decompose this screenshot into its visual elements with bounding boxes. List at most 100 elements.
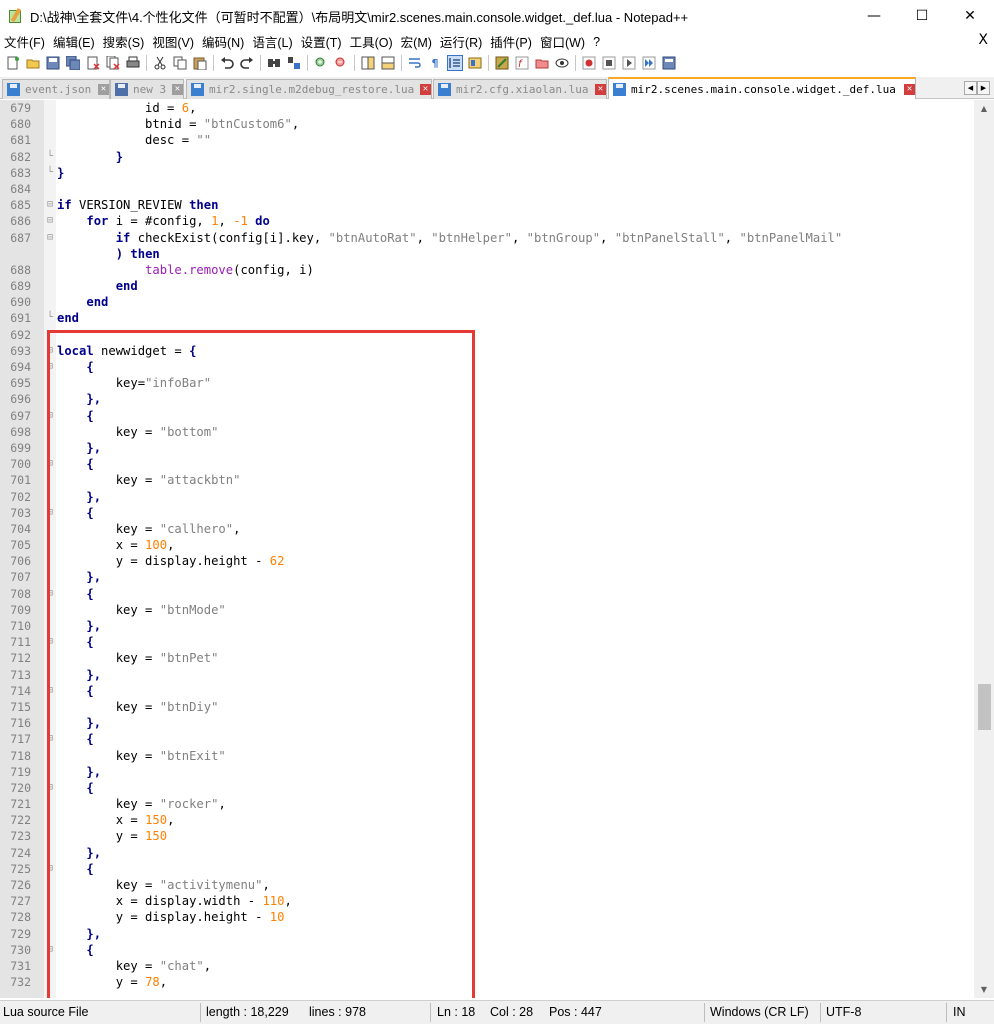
- code-line[interactable]: 692: [0, 327, 974, 343]
- minimize-button[interactable]: —: [850, 0, 898, 32]
- print-icon[interactable]: [125, 55, 141, 71]
- code-line[interactable]: 705 x = 100,: [0, 537, 974, 553]
- scroll-up-icon[interactable]: ▲: [974, 100, 994, 117]
- tab-close-icon[interactable]: ✕: [98, 84, 109, 95]
- code-line[interactable]: 712 key = "btnPet": [0, 650, 974, 666]
- scrollbar-thumb[interactable]: [978, 684, 991, 730]
- code-line[interactable]: 689 end: [0, 278, 974, 294]
- status-eol[interactable]: Windows (CR LF): [710, 1005, 809, 1019]
- status-insert-mode[interactable]: IN: [953, 1005, 966, 1019]
- run-macro-multiple-icon[interactable]: [641, 55, 657, 71]
- code-line[interactable]: 698 key = "bottom": [0, 424, 974, 440]
- fold-toggle-icon[interactable]: ⊟: [45, 586, 55, 602]
- folder-workspace-icon[interactable]: [534, 55, 550, 71]
- open-file-icon[interactable]: [25, 55, 41, 71]
- sync-horizontal-icon[interactable]: [380, 55, 396, 71]
- tab-close-icon[interactable]: ✕: [595, 84, 606, 95]
- replace-icon[interactable]: [286, 55, 302, 71]
- sync-vertical-icon[interactable]: [360, 55, 376, 71]
- code-line[interactable]: 729 },: [0, 926, 974, 942]
- close-window-button[interactable]: ✕: [946, 0, 994, 32]
- code-line[interactable]: 721 key = "rocker",: [0, 796, 974, 812]
- code-line[interactable]: 686 ⊟ for i = #config, 1, -1 do: [0, 213, 974, 229]
- tab-close-icon[interactable]: ✕: [420, 84, 431, 95]
- menu-help[interactable]: ?: [589, 35, 604, 49]
- code-line[interactable]: 708 ⊟ {: [0, 586, 974, 602]
- code-line[interactable]: 707 },: [0, 569, 974, 585]
- code-line[interactable]: 679 id = 6,: [0, 100, 974, 116]
- code-line[interactable]: 711 ⊟ {: [0, 634, 974, 650]
- code-line[interactable]: 719 },: [0, 764, 974, 780]
- play-macro-icon[interactable]: [621, 55, 637, 71]
- status-encoding[interactable]: UTF-8: [826, 1005, 861, 1019]
- code-line[interactable]: 723 y = 150: [0, 828, 974, 844]
- save-icon[interactable]: [45, 55, 61, 71]
- code-line[interactable]: 695 key="infoBar": [0, 375, 974, 391]
- code-editor[interactable]: 679 id = 6, 680 btnid = "btnCustom6", 681 …: [0, 100, 974, 998]
- code-line[interactable]: 717 ⊟ {: [0, 731, 974, 747]
- function-list-icon[interactable]: f: [514, 55, 530, 71]
- fold-toggle-icon[interactable]: ⊟: [45, 230, 55, 246]
- code-line[interactable]: 687 ⊟ if checkExist(config[i].key, "btnAu…: [0, 230, 974, 246]
- code-line[interactable]: 702 },: [0, 489, 974, 505]
- code-line[interactable]: 726 key = "activitymenu",: [0, 877, 974, 893]
- menu-view[interactable]: 视图(V): [148, 32, 198, 51]
- menu-run[interactable]: 运行(R): [436, 32, 486, 51]
- copy-icon[interactable]: [172, 55, 188, 71]
- code-line[interactable]: 683 └}: [0, 165, 974, 181]
- undo-icon[interactable]: [219, 55, 235, 71]
- code-line[interactable]: 680 btnid = "btnCustom6",: [0, 116, 974, 132]
- maximize-button[interactable]: ☐: [898, 0, 946, 32]
- code-line[interactable]: 703 ⊟ {: [0, 505, 974, 521]
- code-line[interactable]: 706 y = display.height - 62: [0, 553, 974, 569]
- save-macro-icon[interactable]: [661, 55, 677, 71]
- stop-macro-icon[interactable]: [601, 55, 617, 71]
- fold-toggle-icon[interactable]: ⊟: [45, 408, 55, 424]
- save-all-icon[interactable]: [65, 55, 81, 71]
- word-wrap-icon[interactable]: [407, 55, 423, 71]
- menu-tools[interactable]: 工具(O): [346, 32, 397, 51]
- monitoring-eye-icon[interactable]: [554, 55, 570, 71]
- redo-icon[interactable]: [239, 55, 255, 71]
- code-line[interactable]: 694 ⊟ {: [0, 359, 974, 375]
- fold-toggle-icon[interactable]: ⊟: [45, 861, 55, 877]
- find-icon[interactable]: [266, 55, 282, 71]
- menu-search[interactable]: 搜索(S): [99, 32, 149, 51]
- fold-toggle-icon[interactable]: ⊟: [45, 731, 55, 747]
- code-line[interactable]: 716 },: [0, 715, 974, 731]
- menu-plugins[interactable]: 插件(P): [486, 32, 536, 51]
- cut-icon[interactable]: [152, 55, 168, 71]
- fold-toggle-icon[interactable]: ⊟: [45, 780, 55, 796]
- fold-toggle-icon[interactable]: ⊟: [45, 942, 55, 958]
- fold-toggle-icon[interactable]: ⊟: [45, 343, 55, 359]
- code-line[interactable]: 730 ⊟ {: [0, 942, 974, 958]
- zoom-in-icon[interactable]: [313, 55, 329, 71]
- indent-guide-icon[interactable]: [447, 55, 463, 71]
- tab-scroll-left-icon[interactable]: ◀: [964, 81, 977, 95]
- tab-event-json[interactable]: event.json ✕: [2, 79, 110, 99]
- code-line[interactable]: 720 ⊟ {: [0, 780, 974, 796]
- code-line[interactable]: ) then: [0, 246, 974, 262]
- code-line[interactable]: 700 ⊟ {: [0, 456, 974, 472]
- code-line[interactable]: 697 ⊟ {: [0, 408, 974, 424]
- code-line[interactable]: 727 x = display.width - 110,: [0, 893, 974, 909]
- code-line[interactable]: 728 y = display.height - 10: [0, 909, 974, 925]
- menu-edit[interactable]: 编辑(E): [49, 32, 99, 51]
- code-line[interactable]: 682 └ }: [0, 149, 974, 165]
- menu-encoding[interactable]: 编码(N): [198, 32, 248, 51]
- code-line[interactable]: 722 x = 150,: [0, 812, 974, 828]
- fold-toggle-icon[interactable]: ⊟: [45, 197, 55, 213]
- tab-widget-def[interactable]: mir2.scenes.main.console.widget._def.lua…: [608, 77, 916, 99]
- code-line[interactable]: 725 ⊟ {: [0, 861, 974, 877]
- code-line[interactable]: 690 end: [0, 294, 974, 310]
- menu-file[interactable]: 文件(F): [0, 32, 49, 51]
- menu-macro[interactable]: 宏(M): [397, 32, 436, 51]
- fold-toggle-icon[interactable]: ⊟: [45, 634, 55, 650]
- code-line[interactable]: 713 },: [0, 667, 974, 683]
- menu-language[interactable]: 语言(L): [248, 32, 296, 51]
- code-line[interactable]: 691 └ end: [0, 310, 974, 326]
- code-line[interactable]: 709 key = "btnMode": [0, 602, 974, 618]
- document-map-icon[interactable]: [467, 55, 483, 71]
- code-line[interactable]: 724 },: [0, 845, 974, 861]
- code-line[interactable]: 704 key = "callhero",: [0, 521, 974, 537]
